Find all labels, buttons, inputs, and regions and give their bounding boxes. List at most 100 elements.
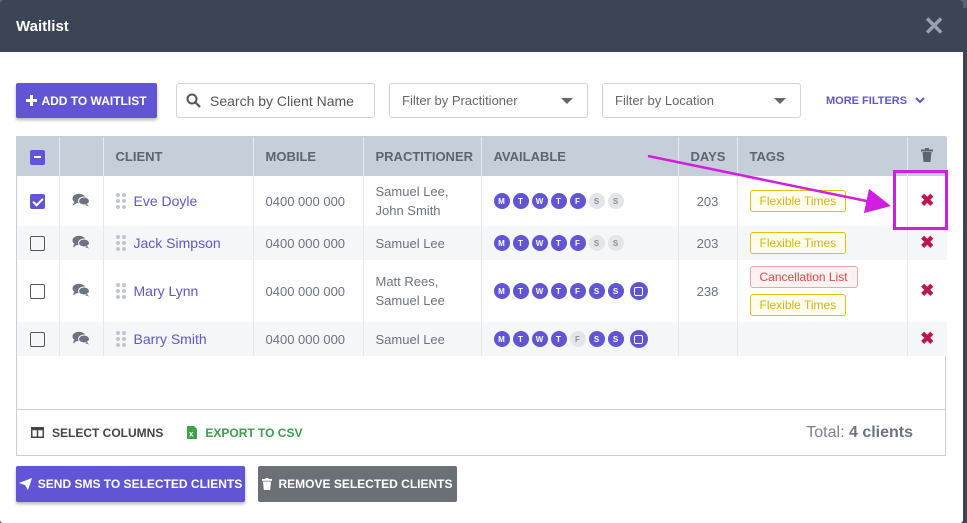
header-tags[interactable]: TAGS (737, 137, 908, 176)
practitioner-name: Samuel Lee (375, 293, 445, 308)
client-name-link[interactable]: Eve Doyle (134, 193, 198, 209)
day-indicator: M (493, 331, 510, 347)
day-indicator: S (607, 331, 624, 347)
client-name-link[interactable]: Mary Lynn (134, 283, 199, 299)
drag-handle-icon[interactable] (115, 235, 126, 251)
day-indicator: S (607, 235, 624, 251)
send-sms-button[interactable]: SEND SMS TO SELECTED CLIENTS (16, 466, 245, 502)
practitioner-name: John Smith (375, 203, 441, 218)
modal-header: Waitlist ✕ (0, 0, 963, 52)
search-field[interactable] (176, 83, 375, 118)
waitlist-modal: Waitlist ✕ ADD TO WAITLIST Filter by Pra… (0, 0, 963, 523)
select-all-header (17, 137, 60, 176)
day-indicator: S (588, 283, 605, 299)
tags-cell: Flexible Times (737, 176, 908, 226)
day-indicator: M (493, 283, 510, 299)
chevron-down-icon (774, 97, 786, 104)
toolbar: ADD TO WAITLIST Filter by Practitioner F… (16, 83, 947, 119)
table-row[interactable]: Barry Smith 0400 000 000 Samuel Lee MTWT… (17, 322, 947, 356)
practitioner-cell: Matt Rees, Samuel Lee (363, 260, 482, 322)
row-select-cell (17, 322, 60, 356)
remove-selected-button[interactable]: REMOVE SELECTED CLIENTS (258, 466, 457, 502)
tags-cell: Flexible Times (737, 226, 908, 260)
header-practitioner[interactable]: PRACTITIONER (363, 137, 482, 176)
day-indicator: T (512, 193, 529, 209)
chat-header (59, 137, 104, 176)
drag-handle-icon[interactable] (115, 331, 126, 347)
modal-title: Waitlist (16, 17, 69, 35)
header-mobile[interactable]: MOBILE (253, 137, 364, 176)
client-cell: Barry Smith (103, 322, 254, 356)
total-label: Total: (806, 423, 845, 441)
chat-cell (59, 176, 104, 226)
search-input[interactable] (210, 92, 360, 109)
remove-selected-label: REMOVE SELECTED CLIENTS (278, 477, 453, 491)
delete-row-icon[interactable]: ✖ (907, 260, 947, 322)
chat-bubbles-icon[interactable] (72, 193, 90, 207)
send-sms-label: SEND SMS TO SELECTED CLIENTS (37, 477, 243, 491)
day-indicator: F (569, 235, 586, 251)
row-checkbox[interactable] (30, 332, 46, 348)
practitioner-name: Samuel Lee (375, 235, 445, 251)
close-icon[interactable]: ✕ (923, 13, 945, 39)
search-icon (186, 93, 201, 108)
day-indicator: M (493, 193, 510, 209)
note-icon[interactable] (629, 330, 648, 348)
client-name-link[interactable]: Jack Simpson (134, 235, 221, 251)
trash-icon (921, 148, 934, 162)
tags-cell (737, 322, 908, 356)
table-row[interactable]: Eve Doyle 0400 000 000 Samuel Lee, John S… (17, 176, 947, 226)
practitioner-name: Samuel Lee, (375, 184, 449, 199)
paper-plane-icon (18, 478, 32, 490)
note-icon[interactable] (629, 282, 648, 300)
row-checkbox[interactable] (30, 284, 46, 300)
practitioner-filter-select[interactable]: Filter by Practitioner (389, 83, 588, 118)
drag-handle-icon[interactable] (115, 283, 126, 299)
export-csv-link[interactable]: x EXPORT TO CSV (187, 426, 302, 440)
chat-bubbles-icon[interactable] (72, 283, 90, 297)
delete-row-icon[interactable]: ✖ (907, 226, 947, 260)
plus-icon (26, 95, 38, 106)
annotation-highlight-box (893, 170, 948, 230)
delete-row-icon[interactable]: ✖ (907, 322, 947, 356)
day-indicator: T (512, 283, 529, 299)
more-filters-label: MORE FILTERS (826, 94, 908, 107)
practitioner-cell: Samuel Lee, John Smith (363, 176, 482, 226)
practitioner-cell: Samuel Lee (363, 322, 482, 356)
day-indicator: S (588, 193, 605, 209)
day-indicator: W (531, 283, 548, 299)
row-select-cell (17, 260, 60, 322)
location-filter-select[interactable]: Filter by Location (602, 83, 801, 118)
available-cell: MTWTFSS (481, 226, 679, 260)
practitioner-name: Matt Rees, (375, 274, 439, 289)
days-cell: 238 (678, 260, 738, 322)
chat-bubbles-icon[interactable] (72, 235, 90, 249)
drag-handle-icon[interactable] (115, 193, 126, 209)
day-indicator: T (550, 331, 567, 347)
header-client[interactable]: CLIENT (103, 137, 254, 176)
header-days[interactable]: DAYS (678, 137, 738, 176)
chat-bubbles-icon[interactable] (72, 331, 90, 345)
day-indicator: S (607, 193, 624, 209)
mobile-cell: 0400 000 000 (253, 260, 364, 322)
day-indicator: W (531, 235, 548, 251)
select-columns-link[interactable]: SELECT COLUMNS (31, 426, 163, 440)
day-indicator: W (531, 331, 548, 347)
day-indicator: T (550, 283, 567, 299)
client-cell: Eve Doyle (103, 176, 254, 226)
header-available[interactable]: AVAILABLE (481, 137, 679, 176)
table-row[interactable]: Mary Lynn 0400 000 000 Matt Rees, Samuel … (17, 260, 947, 322)
row-checkbox[interactable] (30, 194, 46, 210)
export-csv-label: EXPORT TO CSV (205, 425, 303, 440)
day-indicator: M (493, 235, 510, 251)
more-filters-link[interactable]: MORE FILTERS (826, 83, 925, 118)
day-indicator: T (550, 235, 567, 251)
client-name-link[interactable]: Barry Smith (134, 331, 207, 347)
add-to-waitlist-button[interactable]: ADD TO WAITLIST (16, 83, 157, 118)
day-indicator: F (569, 193, 586, 209)
table-row[interactable]: Jack Simpson 0400 000 000 Samuel Lee MTW… (17, 226, 947, 260)
chevron-down-icon (915, 97, 925, 104)
row-checkbox[interactable] (30, 236, 46, 252)
day-indicator: T (550, 193, 567, 209)
select-all-checkbox[interactable] (30, 149, 46, 165)
